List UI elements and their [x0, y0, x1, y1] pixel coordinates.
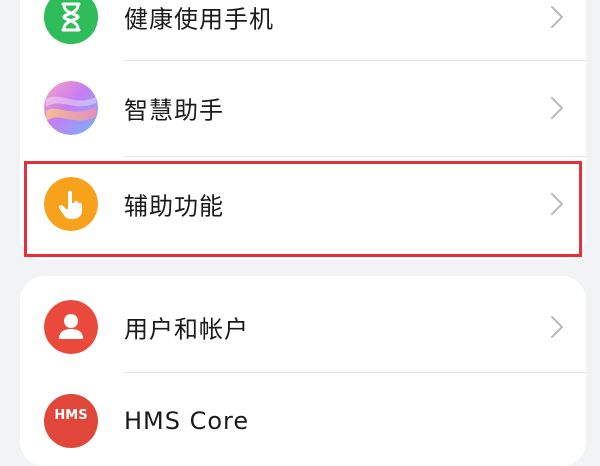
smart-assistant-icon: [44, 81, 98, 135]
settings-item-hms-core[interactable]: HMS HMS Core: [20, 374, 586, 466]
chevron-right-icon: [551, 6, 563, 28]
chevron-right-icon: [551, 316, 563, 338]
settings-item-users-accounts[interactable]: 用户和帐户: [20, 280, 586, 374]
settings-item-digital-balance[interactable]: 健康使用手机: [20, 0, 586, 64]
divider: [124, 372, 586, 373]
hourglass-icon: [44, 0, 98, 44]
user-icon: [44, 300, 98, 354]
settings-item-label: 智慧助手: [124, 96, 224, 125]
chevron-right-icon: [551, 193, 563, 215]
settings-group-1: 健康使用手机 智慧助手 辅助功能: [20, 0, 586, 260]
settings-item-label: HMS Core: [124, 407, 250, 435]
settings-item-accessibility[interactable]: 辅助功能: [20, 157, 586, 251]
settings-group-2: 用户和帐户 HMS HMS Core: [20, 276, 586, 466]
hms-core-icon-text: HMS: [54, 408, 88, 423]
hms-core-icon: HMS: [44, 394, 98, 448]
settings-item-label: 健康使用手机: [124, 5, 274, 34]
accessibility-hand-icon: [44, 177, 98, 231]
settings-item-label: 用户和帐户: [124, 315, 249, 344]
settings-item-label: 辅助功能: [124, 192, 224, 221]
settings-item-smart-assistant[interactable]: 智慧助手: [20, 61, 586, 155]
chevron-right-icon: [551, 97, 563, 119]
